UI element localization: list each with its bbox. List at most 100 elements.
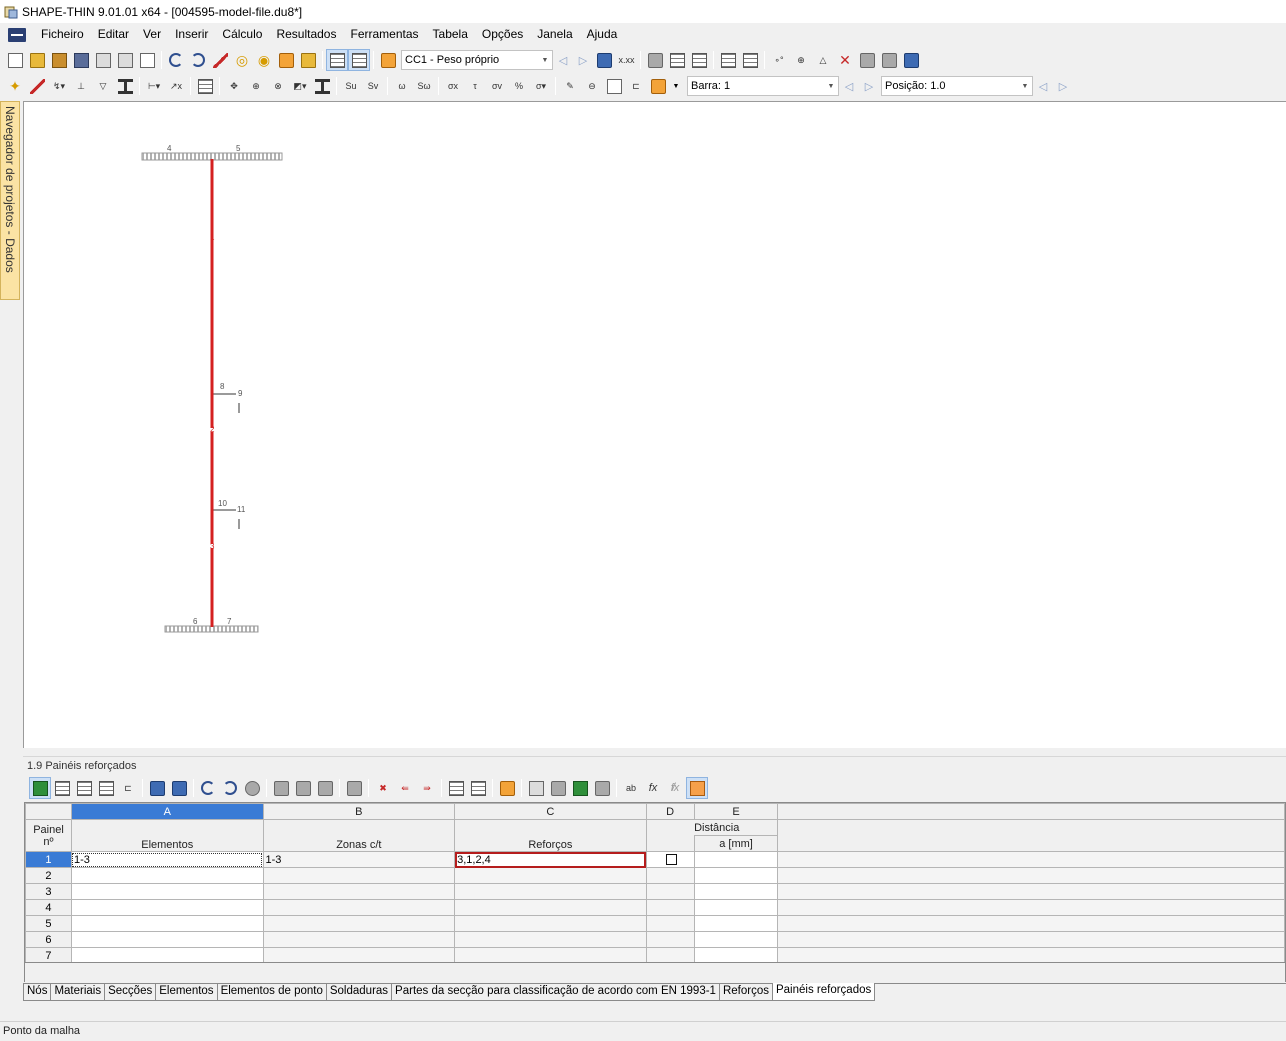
- omega-button[interactable]: ω: [391, 75, 413, 97]
- centroid-button[interactable]: ⊖: [581, 75, 603, 97]
- results-table-button[interactable]: [666, 49, 688, 71]
- previous-table-button[interactable]: [146, 777, 168, 799]
- section-highlight-button[interactable]: [686, 777, 708, 799]
- refresh-button[interactable]: [241, 777, 263, 799]
- show-results-button[interactable]: [593, 49, 615, 71]
- tab-reforcos[interactable]: Reforços: [718, 984, 773, 1001]
- rotate-button[interactable]: ⊕: [790, 49, 812, 71]
- cell-elementos[interactable]: [70, 899, 264, 916]
- table-row[interactable]: 7: [25, 947, 1285, 962]
- stress-sv-button[interactable]: Sv: [362, 75, 384, 97]
- open-project-button[interactable]: [48, 49, 70, 71]
- connect-button[interactable]: ∘°: [768, 49, 790, 71]
- cell-reforcos[interactable]: 3,1,2,4: [454, 851, 647, 868]
- table-row[interactable]: 2: [25, 867, 1285, 884]
- menu-tabela[interactable]: Tabela: [426, 23, 475, 46]
- coordinates-button[interactable]: ↗x: [165, 75, 187, 97]
- results-filter-button[interactable]: [644, 49, 666, 71]
- previous-position-button[interactable]: ◁: [1033, 76, 1053, 96]
- table-layout-button[interactable]: [348, 49, 370, 71]
- row-number[interactable]: 1: [25, 851, 72, 868]
- table-redo-button[interactable]: [219, 777, 241, 799]
- graphics-canvas[interactable]: 4 5 8 9 10 11 6 7 1 2 3: [23, 101, 1286, 748]
- calculator-button[interactable]: [878, 49, 900, 71]
- cell-distancia[interactable]: [693, 931, 779, 948]
- menu-resultados[interactable]: Resultados: [269, 23, 343, 46]
- menu-opcoes[interactable]: Opções: [475, 23, 530, 46]
- percent-button[interactable]: %: [508, 75, 530, 97]
- cell-zonas[interactable]: [262, 867, 456, 884]
- cell-checkbox[interactable]: [645, 947, 695, 962]
- row-number[interactable]: 4: [25, 899, 72, 916]
- filter-rows-button[interactable]: [445, 777, 467, 799]
- clear-button[interactable]: [343, 777, 365, 799]
- cell-elementos[interactable]: [70, 867, 264, 884]
- distance-checkbox[interactable]: [665, 854, 677, 866]
- cell-zonas[interactable]: 1-3: [262, 851, 456, 868]
- tab-elementos[interactable]: Elementos: [155, 984, 218, 1001]
- load-case-select[interactable]: CC1 - Peso próprio ▼: [401, 50, 553, 70]
- cell-checkbox[interactable]: [645, 883, 695, 900]
- delete-row-button[interactable]: [73, 777, 95, 799]
- mesh-button[interactable]: [717, 49, 739, 71]
- menu-ajuda[interactable]: Ajuda: [580, 23, 625, 46]
- menu-calculo[interactable]: Cálculo: [215, 23, 269, 46]
- color-scale-button[interactable]: [647, 75, 669, 97]
- remove-formula-button[interactable]: f̸x: [664, 777, 686, 799]
- previous-member-button[interactable]: ◁: [839, 76, 859, 96]
- paste-button[interactable]: [292, 777, 314, 799]
- zoom-out-button[interactable]: ⊗: [267, 75, 289, 97]
- member-select[interactable]: Barra: 1 ▼: [687, 76, 839, 96]
- values-button[interactable]: x.xx: [615, 49, 637, 71]
- element-options-button[interactable]: ↯▾: [48, 75, 70, 97]
- highlight-button[interactable]: [275, 49, 297, 71]
- row-number[interactable]: 2: [25, 867, 72, 884]
- document-menu-icon[interactable]: [8, 27, 26, 42]
- select-node-button[interactable]: ✦: [4, 75, 26, 97]
- stress-su-button[interactable]: Su: [340, 75, 362, 97]
- cell-checkbox[interactable]: [645, 899, 695, 916]
- cell-elementos[interactable]: [70, 915, 264, 932]
- sigma-x-button[interactable]: σx: [442, 75, 464, 97]
- weld-button[interactable]: ▽: [92, 75, 114, 97]
- cell-reforcos[interactable]: [454, 931, 647, 948]
- project-navigator-tab[interactable]: Navegador de projetos - Dados: [0, 101, 20, 300]
- cell-checkbox[interactable]: [645, 915, 695, 932]
- edit-dialog-button[interactable]: [496, 777, 518, 799]
- table-undo-button[interactable]: [197, 777, 219, 799]
- mirror-button[interactable]: △: [812, 49, 834, 71]
- undo-button[interactable]: [165, 49, 187, 71]
- cell-distancia[interactable]: [693, 883, 779, 900]
- search-button[interactable]: ◉: [253, 49, 275, 71]
- table-row[interactable]: 3: [25, 883, 1285, 900]
- select-in-graphic-button[interactable]: ⇛: [416, 777, 438, 799]
- menu-inserir[interactable]: Inserir: [168, 23, 215, 46]
- next-member-button[interactable]: ▷: [859, 76, 879, 96]
- draw-element-button[interactable]: [26, 75, 48, 97]
- find-button[interactable]: ◎: [231, 49, 253, 71]
- color-scale-dropdown[interactable]: ▼: [669, 75, 683, 97]
- load-case-button[interactable]: [377, 49, 399, 71]
- cell-zonas[interactable]: [262, 883, 456, 900]
- cell-elementos[interactable]: [70, 931, 264, 948]
- menu-ver[interactable]: Ver: [136, 23, 168, 46]
- select-box-button[interactable]: [194, 75, 216, 97]
- tab-partes-da-seccao[interactable]: Partes da secção para classificação de a…: [391, 984, 720, 1001]
- row-number[interactable]: 6: [25, 931, 72, 948]
- column-letter-c[interactable]: C: [454, 803, 647, 820]
- cell-distancia[interactable]: [693, 915, 779, 932]
- cell-reforcos[interactable]: [454, 883, 647, 900]
- row-number[interactable]: 3: [25, 883, 72, 900]
- cell-reforcos[interactable]: [454, 899, 647, 916]
- cell-distancia[interactable]: [693, 947, 779, 962]
- window-button[interactable]: [297, 49, 319, 71]
- show-section-button[interactable]: [311, 75, 333, 97]
- cell-checkbox[interactable]: [645, 867, 695, 884]
- dimension-button[interactable]: ⊢▾: [143, 75, 165, 97]
- fill-button[interactable]: [314, 777, 336, 799]
- next-table-button[interactable]: [168, 777, 190, 799]
- zoom-button[interactable]: ⊕: [245, 75, 267, 97]
- insert-row-button[interactable]: [51, 777, 73, 799]
- row-number[interactable]: 5: [25, 915, 72, 932]
- column-letter-e[interactable]: E: [693, 803, 779, 820]
